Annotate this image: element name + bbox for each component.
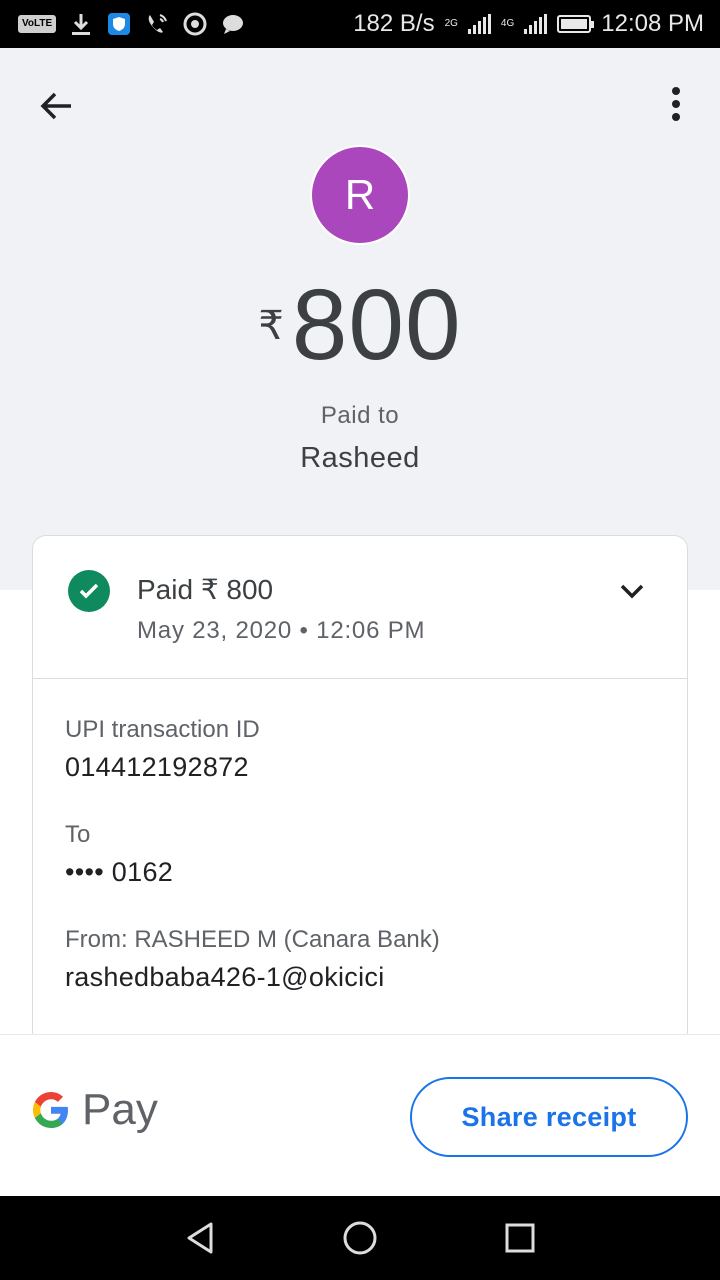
status-title: Paid ₹ 800 — [137, 574, 274, 605]
bottom-bar: Pay Share receipt — [0, 1034, 720, 1196]
check-circle-icon — [68, 570, 110, 612]
volte-badge: VoLTE — [18, 15, 57, 33]
amount-value: 800 — [291, 269, 462, 381]
network-speed: 182 B/s — [353, 10, 435, 37]
detail-to: To •••• 0162 — [65, 821, 173, 888]
circle-home-icon — [343, 1221, 377, 1255]
brand-label: Pay — [82, 1085, 158, 1134]
share-receipt-button[interactable]: Share receipt — [410, 1077, 688, 1157]
detail-value: 014412192872 — [65, 752, 249, 782]
arrow-back-icon — [40, 92, 71, 120]
message-icon — [220, 11, 246, 37]
signal-icon — [524, 14, 548, 34]
detail-value: rashedbaba426-1@okicici — [65, 962, 385, 992]
detail-from: From: RASHEED M (Canara Bank) rashedbaba… — [65, 926, 440, 993]
clock: 12:08 PM — [601, 10, 704, 37]
payee-name: Rasheed — [300, 442, 420, 474]
status-bar: VoLTE 182 B/s 2G 4G 12:08 PM — [0, 0, 720, 48]
chrome-icon — [182, 11, 208, 37]
currency-symbol: ₹ — [258, 304, 284, 348]
detail-label: From: RASHEED M (Canara Bank) — [65, 926, 440, 953]
nav-recents-button[interactable] — [498, 1216, 542, 1260]
detail-value: •••• 0162 — [65, 857, 174, 887]
nav-back-button[interactable] — [178, 1216, 222, 1260]
network-type-4g: 4G — [500, 18, 515, 29]
status-date: May 23, 2020 • 12:06 PM — [137, 617, 426, 644]
gpay-logo: Pay — [30, 1085, 158, 1135]
amount-display: ₹ 800 — [0, 265, 720, 385]
more-options-button[interactable] — [650, 78, 702, 130]
triangle-back-icon — [187, 1222, 213, 1254]
battery-icon — [557, 15, 595, 33]
shield-app-icon — [106, 11, 132, 37]
network-type-2g: 2G — [444, 18, 458, 29]
chevron-down-icon — [620, 584, 644, 599]
nav-home-button[interactable] — [338, 1216, 382, 1260]
payment-header: R ₹ 800 Paid to Rasheed — [0, 48, 720, 590]
detail-upi-id: UPI transaction ID 014412192872 — [65, 716, 260, 783]
transaction-status-row[interactable]: Paid ₹ 800 May 23, 2020 • 12:06 PM — [33, 536, 687, 679]
wifi-call-icon — [144, 11, 170, 37]
back-button[interactable] — [30, 80, 82, 132]
google-g-icon — [33, 1092, 68, 1128]
paid-to-label: Paid to — [320, 402, 400, 429]
status-icons-left: VoLTE — [18, 11, 246, 37]
avatar: R — [310, 145, 410, 245]
transaction-card: Paid ₹ 800 May 23, 2020 • 12:06 PM UPI t… — [32, 535, 688, 1095]
system-nav-bar — [0, 1196, 720, 1280]
detail-label: UPI transaction ID — [65, 716, 260, 743]
expand-button[interactable] — [611, 574, 653, 608]
signal-icon — [467, 14, 491, 34]
detail-label: To — [65, 821, 91, 848]
status-icons-right: 182 B/s 2G 4G 12:08 PM — [353, 10, 704, 38]
download-icon — [68, 11, 94, 37]
more-vert-icon — [672, 87, 680, 121]
square-recents-icon — [505, 1223, 535, 1253]
